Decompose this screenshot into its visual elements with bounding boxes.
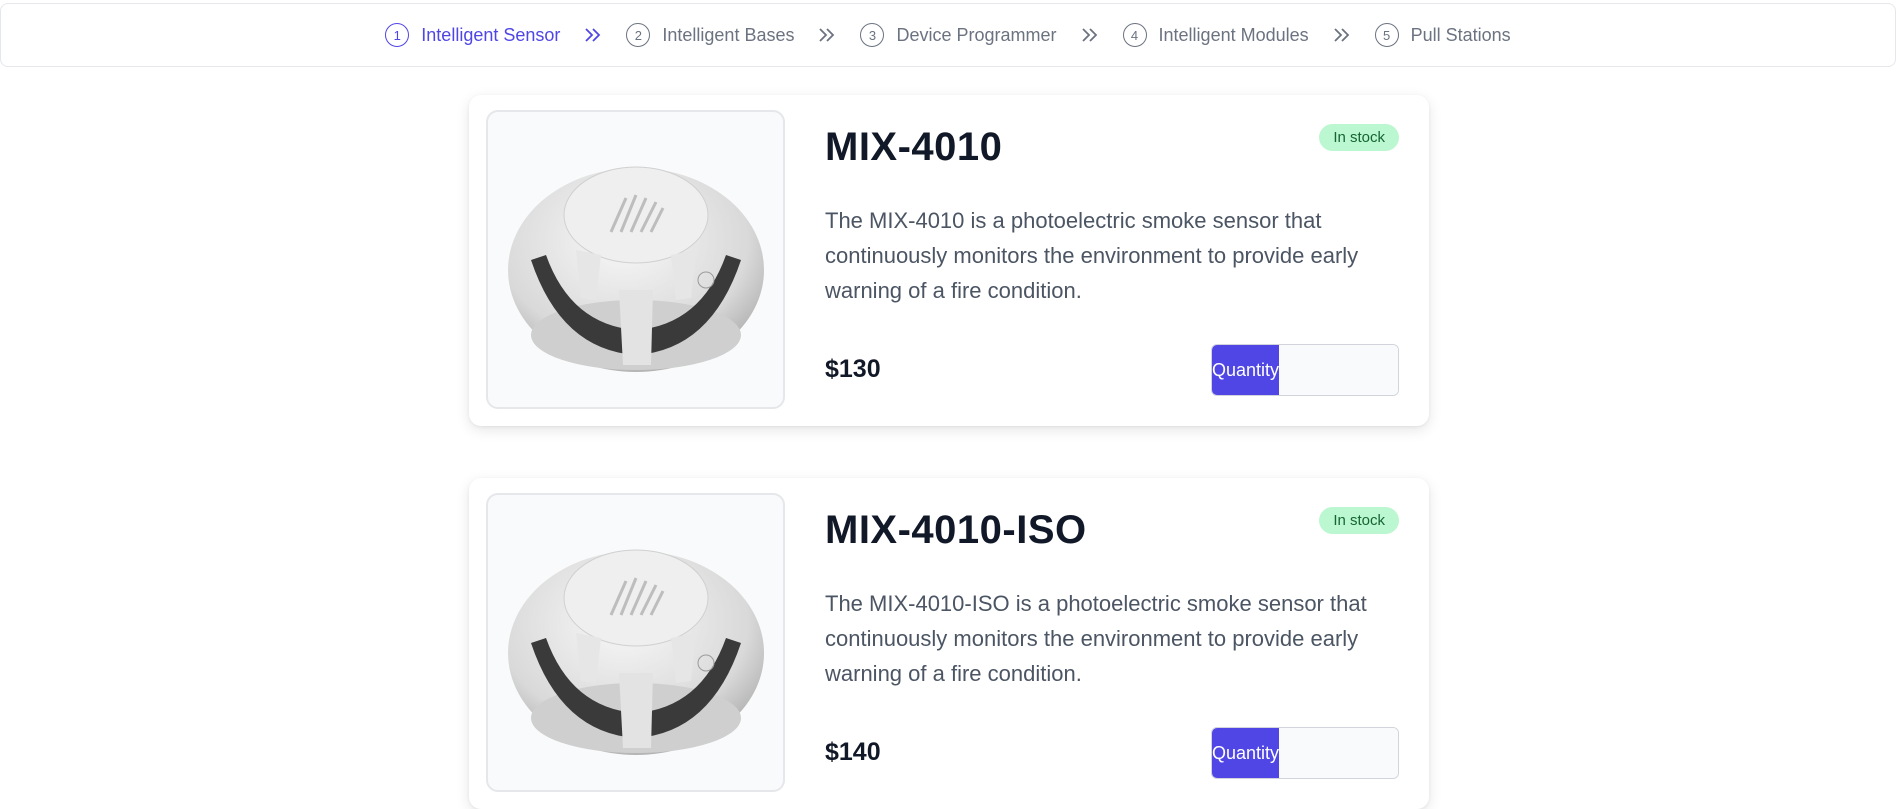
step-number: 4 — [1122, 23, 1147, 47]
step-label: Intelligent Modules — [1158, 24, 1309, 45]
step-intelligent-bases[interactable]: 2 Intelligent Bases — [626, 23, 794, 47]
quantity-group: Quantity — [1211, 344, 1399, 396]
quantity-input[interactable] — [1279, 728, 1398, 778]
step-label: Intelligent Sensor — [421, 24, 561, 45]
step-intelligent-sensor[interactable]: 1 Intelligent Sensor — [385, 23, 560, 47]
product-card: MIX-4010 In stock The MIX-4010 is a phot… — [469, 95, 1429, 426]
step-navigation: 1 Intelligent Sensor 2 Intelligent Bases… — [0, 3, 1896, 67]
product-price: $140 — [825, 738, 881, 766]
status-badge: In stock — [1319, 507, 1399, 534]
step-number: 2 — [626, 23, 651, 47]
product-title: MIX-4010-ISO — [825, 508, 1087, 552]
product-image — [486, 493, 785, 792]
quantity-group: Quantity — [1211, 727, 1399, 779]
chevron-double-right-icon — [1081, 27, 1099, 43]
product-description: The MIX-4010 is a photoelectric smoke se… — [825, 208, 1359, 303]
smoke-detector-icon — [507, 166, 764, 372]
step-pull-stations[interactable]: 5 Pull Stations — [1374, 23, 1511, 47]
product-card: MIX-4010-ISO In stock The MIX-4010-ISO i… — [469, 478, 1429, 809]
quantity-input[interactable] — [1279, 345, 1398, 395]
step-intelligent-modules[interactable]: 4 Intelligent Modules — [1122, 23, 1309, 47]
quantity-label: Quantity — [1212, 345, 1280, 395]
product-title: MIX-4010 — [825, 125, 1003, 169]
chevron-double-right-icon — [1333, 27, 1351, 43]
smoke-detector-icon — [507, 549, 764, 755]
step-device-programmer[interactable]: 3 Device Programmer — [860, 23, 1057, 47]
status-badge: In stock — [1319, 124, 1399, 151]
chevron-double-right-icon — [818, 27, 836, 43]
step-label: Pull Stations — [1410, 24, 1511, 45]
product-description: The MIX-4010-ISO is a photoelectric smok… — [825, 591, 1367, 686]
product-image — [486, 110, 785, 409]
chevron-double-right-icon — [584, 27, 602, 43]
step-label: Intelligent Bases — [662, 24, 795, 45]
product-price: $130 — [825, 355, 881, 383]
step-number: 3 — [860, 23, 885, 47]
step-number: 1 — [385, 23, 410, 47]
step-label: Device Programmer — [896, 24, 1057, 45]
quantity-label: Quantity — [1212, 728, 1280, 778]
step-number: 5 — [1374, 23, 1399, 47]
